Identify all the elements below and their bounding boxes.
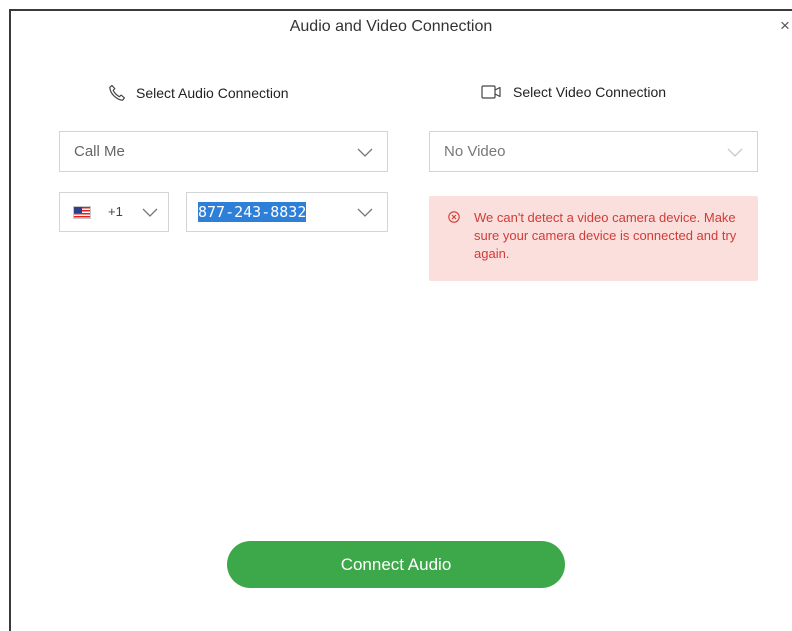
dialog-frame (9, 9, 792, 631)
country-code-dropdown[interactable]: +1 (59, 192, 169, 232)
close-button[interactable]: × (780, 17, 790, 35)
video-connection-dropdown[interactable]: No Video (429, 131, 758, 172)
audio-dropdown-value: Call Me (74, 143, 125, 160)
phone-icon (109, 84, 125, 101)
video-heading-label: Select Video Connection (513, 84, 667, 100)
chevron-down-icon (357, 148, 373, 157)
country-code-value: +1 (108, 204, 123, 219)
phone-number-input[interactable]: 877-243-8832 (186, 192, 388, 232)
video-section-heading: Select Video Connection (481, 84, 666, 100)
video-dropdown-value: No Video (444, 143, 506, 160)
audio-connection-dropdown[interactable]: Call Me (59, 131, 388, 172)
phone-number-value: 877-243-8832 (198, 202, 307, 222)
error-circle-icon (448, 211, 460, 223)
camera-error-message: We can't detect a video camera device. M… (474, 210, 737, 261)
connect-audio-button[interactable]: Connect Audio (227, 541, 565, 588)
us-flag-icon (73, 206, 91, 219)
audio-heading-label: Select Audio Connection (136, 85, 289, 101)
audio-section-heading: Select Audio Connection (108, 84, 289, 102)
camera-error-alert: We can't detect a video camera device. M… (429, 196, 758, 281)
chevron-down-icon[interactable] (357, 208, 373, 217)
video-camera-icon (481, 85, 501, 99)
dialog-title: Audio and Video Connection (289, 18, 493, 35)
chevron-down-icon (727, 148, 743, 157)
chevron-down-icon (142, 208, 158, 217)
